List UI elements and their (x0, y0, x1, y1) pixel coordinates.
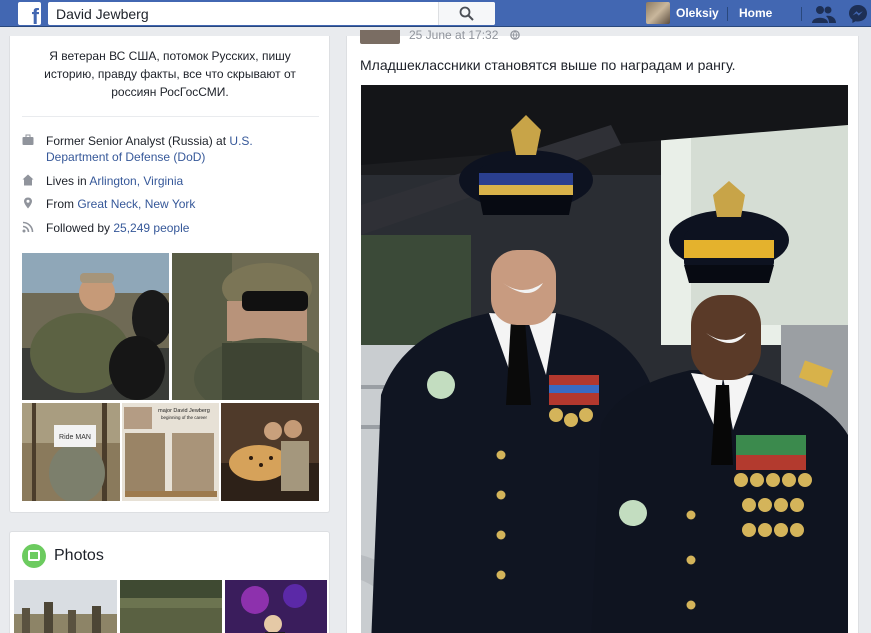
featured-photo[interactable] (172, 253, 319, 400)
followed-by-label: Followed by (46, 221, 114, 235)
home-icon (22, 174, 34, 186)
briefcase-icon (22, 134, 34, 145)
photos-section-title[interactable]: Photos (54, 547, 104, 565)
photos-icon (22, 544, 46, 568)
post-author-avatar[interactable] (360, 30, 400, 44)
facebook-logo-letter: f (31, 4, 39, 26)
post-photo[interactable] (361, 85, 848, 633)
nav-divider (727, 7, 728, 21)
globe-icon[interactable] (510, 30, 520, 40)
note-caption-line2: beginning of the career (161, 415, 208, 420)
top-navigation-bar: f Oleksiy Home (0, 0, 871, 27)
featured-photo[interactable]: major David Jewberg beginning of the car… (122, 403, 219, 501)
home-link[interactable]: Home (739, 6, 772, 20)
hometown-link[interactable]: Great Neck, New York (77, 197, 195, 211)
search-icon (459, 6, 474, 21)
featured-photo[interactable] (221, 403, 319, 501)
post-timestamp[interactable]: 25 June at 17:32 (409, 28, 498, 42)
followers-link[interactable]: 25,249 people (113, 221, 189, 235)
sign-caption: Ride MAN (59, 434, 91, 441)
search-input[interactable] (48, 2, 448, 25)
featured-photo[interactable] (22, 253, 169, 400)
profile-bio: Я ветеран ВС США, потомок Русских, пишу … (44, 49, 296, 99)
featured-photo[interactable]: Ride MAN (22, 403, 120, 501)
from-label: From (46, 197, 78, 211)
photo-thumbnail[interactable] (225, 580, 327, 633)
photo-thumbnail[interactable] (14, 580, 117, 633)
work-label: Former Senior Analyst (Russia) at (46, 134, 230, 148)
user-avatar[interactable] (646, 2, 670, 24)
post-card: 25 June at 17:32 Младшеклассники становя… (346, 28, 859, 633)
lives-in-label: Lives in (46, 174, 90, 188)
friend-requests-icon[interactable] (812, 5, 836, 23)
rss-feed-icon (22, 221, 34, 233)
nav-divider (801, 7, 802, 21)
photo-thumbnail[interactable] (120, 580, 222, 633)
photos-card: Photos (9, 531, 330, 633)
facebook-logo[interactable]: f (18, 2, 41, 25)
location-pin-icon (24, 197, 32, 209)
intro-card: Я ветеран ВС США, потомок Русских, пишу … (9, 36, 330, 513)
profile-link[interactable]: Oleksiy (676, 6, 719, 20)
current-city-link[interactable]: Arlington, Virginia (89, 174, 183, 188)
note-caption-line1: major David Jewberg (158, 408, 210, 414)
search-box (48, 2, 495, 25)
search-button[interactable] (438, 2, 495, 25)
divider (22, 116, 319, 117)
post-text: Младшеклассники становятся выше по награ… (360, 57, 736, 73)
messenger-icon[interactable] (848, 4, 868, 24)
